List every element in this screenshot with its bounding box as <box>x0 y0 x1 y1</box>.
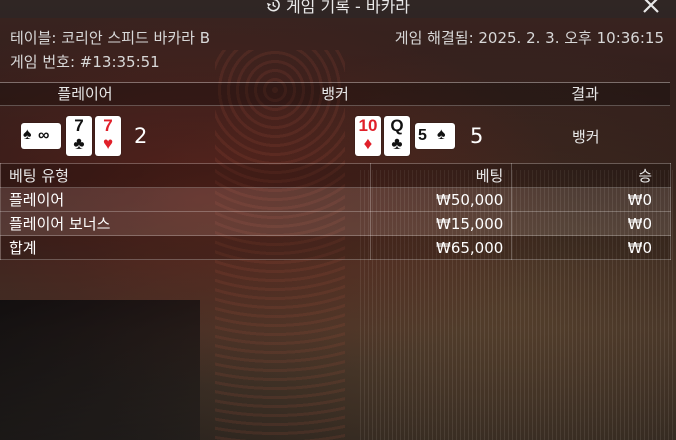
card-suit: ♣ <box>391 134 403 153</box>
table-name: 테이블: 코리안 스피드 바카라 B <box>10 29 211 47</box>
results-table: 플레이어 뱅커 결과 ∞ ♠ 7 ♣ 7 ♥ 2 10 ♦ Q ♣ 5 ♠ 5 뱅커 <box>0 82 670 161</box>
player-card: ∞ ♠ <box>21 123 61 149</box>
banker-hand: 10 ♦ Q ♣ 5 ♠ 5 <box>355 116 483 156</box>
table-row: 플레이어 ₩50,000 ₩0 <box>0 187 671 212</box>
history-icon <box>266 0 280 12</box>
results-header: 플레이어 뱅커 결과 <box>0 83 670 106</box>
card-rank: 5 <box>418 127 427 144</box>
bet-type-header: 베팅 유형 <box>0 163 371 188</box>
player-card: 7 ♥ <box>95 116 121 156</box>
bets-header-row: 베팅 유형 베팅 승 <box>0 163 671 188</box>
background-shadow <box>0 300 200 440</box>
banker-score: 5 <box>470 124 484 148</box>
player-hand: ∞ ♠ 7 ♣ 7 ♥ 2 <box>19 116 147 156</box>
banker-card: 5 ♠ <box>415 123 455 149</box>
win-amount: ₩0 <box>511 211 671 236</box>
table-row: 플레이어 보너스 ₩15,000 ₩0 <box>0 211 671 236</box>
win-amount: ₩0 <box>511 187 671 212</box>
card-suit: ♦ <box>363 134 373 153</box>
bet-type: 플레이어 보너스 <box>0 211 371 236</box>
total-win: ₩0 <box>511 235 671 260</box>
total-row: 합계 ₩65,000 ₩0 <box>0 235 671 260</box>
info-row: 테이블: 코리안 스피드 바카라 B 게임 해결됨: 2025. 2. 3. 오… <box>10 27 664 48</box>
bet-amount: ₩15,000 <box>369 211 513 236</box>
resolved-time: 게임 해결됨: 2025. 2. 3. 오후 10:36:15 <box>394 29 664 47</box>
card-rank: 7 <box>103 116 113 135</box>
card-rank: ∞ <box>38 127 50 144</box>
window-title: 게임 기록 - 바카라 <box>285 0 411 16</box>
title-wrap: 게임 기록 - 바카라 <box>266 0 410 17</box>
card-suit: ♠ <box>437 126 446 143</box>
player-header: 플레이어 <box>57 85 113 103</box>
win-header: 승 <box>511 163 671 188</box>
total-label: 합계 <box>0 235 371 260</box>
player-card: 7 ♣ <box>66 116 92 156</box>
card-rank: 10 <box>358 116 378 135</box>
card-suit: ♥ <box>102 134 114 153</box>
banker-header: 뱅커 <box>321 85 349 103</box>
card-suit: ♠ <box>23 126 32 143</box>
player-score: 2 <box>134 124 148 148</box>
cards-row: ∞ ♠ 7 ♣ 7 ♥ 2 10 ♦ Q ♣ 5 ♠ 5 뱅커 <box>0 106 670 162</box>
banker-card: Q ♣ <box>384 116 410 156</box>
title-bar: 게임 기록 - 바카라 <box>0 0 676 18</box>
total-bet: ₩65,000 <box>369 235 513 260</box>
banker-card: 10 ♦ <box>355 116 381 156</box>
result-outcome: 뱅커 <box>572 128 600 146</box>
game-number: 게임 번호: #13:35:51 <box>10 53 160 71</box>
bet-amount-header: 베팅 <box>369 163 513 188</box>
card-suit: ♣ <box>73 134 85 153</box>
card-rank: Q <box>390 116 404 135</box>
card-rank: 7 <box>74 116 84 135</box>
bets-table: 베팅 유형 베팅 승 플레이어 ₩50,000 ₩0 플레이어 보너스 ₩15,… <box>0 163 671 260</box>
bet-type: 플레이어 <box>0 187 371 212</box>
bet-amount: ₩50,000 <box>369 187 513 212</box>
close-icon[interactable] <box>640 0 662 16</box>
result-header: 결과 <box>571 85 599 103</box>
